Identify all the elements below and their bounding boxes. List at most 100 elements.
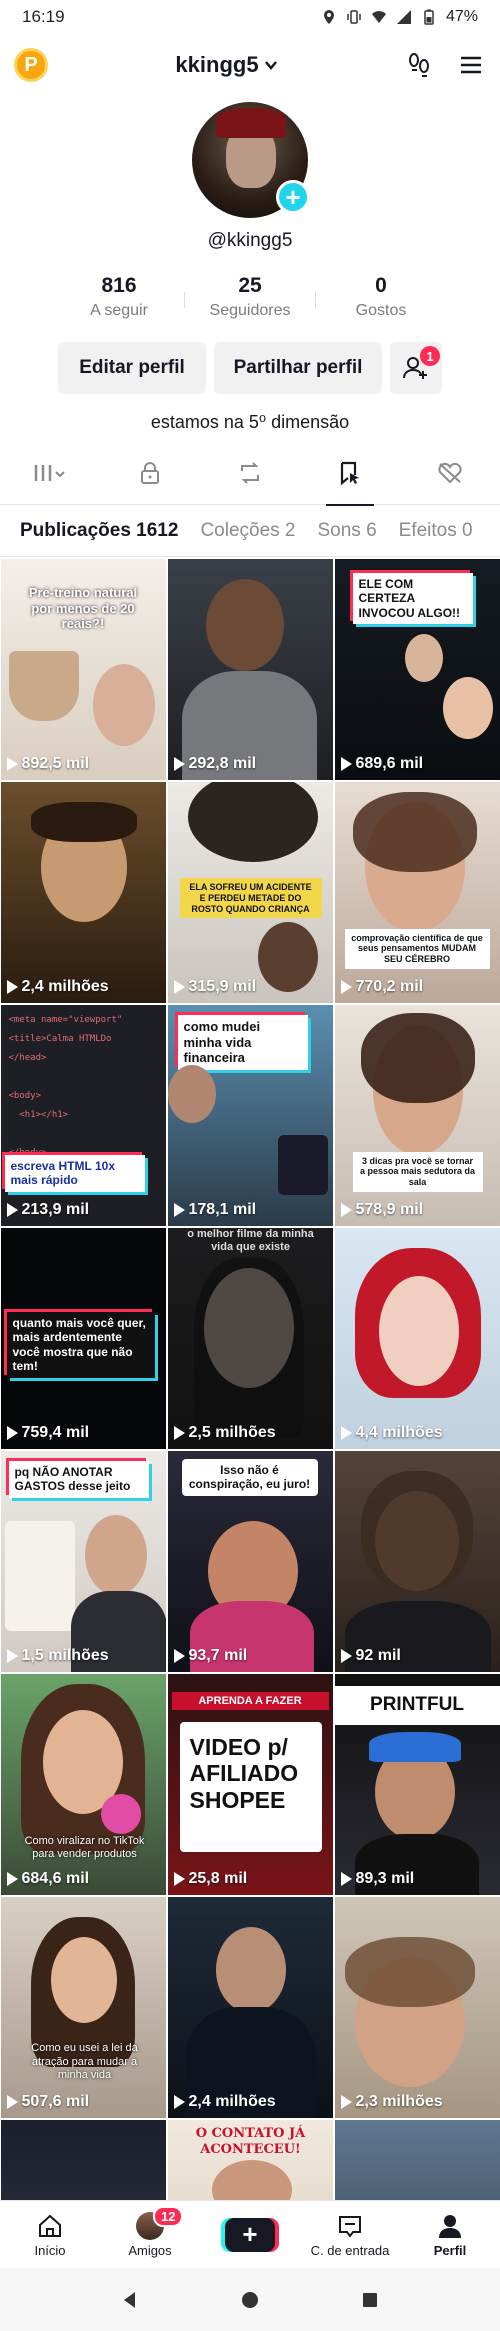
video-caption: pq NÃO ANOTAR GASTOS desse jeito bbox=[8, 1461, 149, 1498]
view-count: 213,9 mil bbox=[6, 1201, 89, 1219]
play-icon bbox=[6, 757, 18, 771]
add-story-icon[interactable]: + bbox=[276, 180, 310, 214]
nav-profile[interactable]: Perfil bbox=[405, 2212, 495, 2258]
play-icon bbox=[173, 2095, 185, 2109]
back-icon[interactable] bbox=[120, 2290, 140, 2310]
tab-posts[interactable]: Publicações 1612 bbox=[20, 520, 178, 542]
tab-private[interactable] bbox=[110, 441, 190, 505]
video-caption: O CONTATO JÁ ACONTECEU! bbox=[195, 2126, 306, 2157]
view-count: 92 mil bbox=[340, 1647, 401, 1665]
home-circle-icon[interactable] bbox=[240, 2290, 260, 2310]
recents-icon[interactable] bbox=[360, 2290, 380, 2310]
stat-value: 25 bbox=[238, 274, 262, 297]
view-count: 4,4 milhões bbox=[340, 1424, 443, 1442]
play-icon bbox=[6, 1872, 18, 1886]
video-tile[interactable]: 4,4 milhões bbox=[334, 1228, 500, 1449]
play-icon bbox=[173, 1426, 185, 1440]
stat-followers[interactable]: 25 Seguidores bbox=[185, 274, 315, 320]
nav-home[interactable]: Início bbox=[5, 2212, 95, 2258]
nav-inbox[interactable]: C. de entrada bbox=[305, 2212, 395, 2258]
play-icon bbox=[6, 1203, 18, 1217]
tab-liked[interactable] bbox=[410, 441, 490, 505]
edit-profile-button[interactable]: Editar perfil bbox=[58, 342, 206, 394]
chevron-down-icon bbox=[264, 61, 277, 70]
tab-effects[interactable]: Efeitos 0 bbox=[399, 520, 473, 542]
tab-collections[interactable]: Coleções 2 bbox=[200, 520, 295, 542]
stat-label: Gostos bbox=[355, 302, 407, 319]
vibrate-icon bbox=[347, 10, 361, 24]
stat-following[interactable]: 816 A seguir bbox=[54, 274, 184, 320]
content-text-tabs: Publicações 1612 Coleções 2 Sons 6 Efeit… bbox=[0, 505, 500, 557]
avatar-container[interactable]: + bbox=[192, 102, 310, 218]
view-count: 684,6 mil bbox=[6, 1870, 89, 1888]
view-count: 689,6 mil bbox=[340, 755, 423, 773]
footprints-icon[interactable] bbox=[406, 52, 432, 78]
video-tile[interactable]: PRINTFUL 89,3 mil bbox=[334, 1674, 500, 1895]
stat-likes[interactable]: 0 Gostos bbox=[316, 274, 446, 320]
battery-percent: 47% bbox=[445, 8, 478, 25]
content-icon-tabs bbox=[0, 441, 500, 506]
view-count: 2,5 milhões bbox=[173, 1424, 276, 1442]
play-icon bbox=[173, 980, 185, 994]
liked-hidden-icon bbox=[438, 462, 462, 483]
play-icon bbox=[340, 2095, 352, 2109]
view-count: 578,9 mil bbox=[340, 1201, 423, 1219]
view-count: 1,5 milhões bbox=[6, 1647, 109, 1665]
video-caption: como mudei minha vida financeira bbox=[177, 1015, 308, 1070]
video-tile[interactable]: 292,8 mil bbox=[167, 559, 333, 780]
video-caption: 3 dicas pra você se tornar a pessoa mais… bbox=[352, 1151, 483, 1192]
view-count: 315,9 mil bbox=[173, 978, 256, 996]
view-count: 89,3 mil bbox=[340, 1870, 414, 1888]
bottom-navigation: Início 12 Amigos + C. de entrada Perfil bbox=[0, 2200, 500, 2268]
video-tile[interactable]: <meta name="viewport" <title>Calma HTMLDo… bbox=[0, 1005, 166, 1226]
video-tile[interactable]: Como viralizar no TikTok para vender pro… bbox=[0, 1674, 166, 1895]
tab-grid[interactable] bbox=[10, 441, 90, 505]
play-icon bbox=[340, 757, 352, 771]
view-count: 759,4 mil bbox=[6, 1424, 89, 1442]
video-tile[interactable]: pq NÃO ANOTAR GASTOS desse jeito 1,5 mil… bbox=[0, 1451, 166, 1672]
repost-icon bbox=[241, 461, 259, 484]
tab-sounds[interactable]: Sons 6 bbox=[318, 520, 377, 542]
nav-friends[interactable]: 12 Amigos bbox=[105, 2205, 195, 2258]
video-caption: escreva HTML 10x mais rápido bbox=[4, 1155, 145, 1192]
video-tile[interactable]: como mudei minha vida financeira 178,1 m… bbox=[167, 1005, 333, 1226]
video-tile[interactable]: 2,3 milhões bbox=[334, 1897, 500, 2118]
video-tile[interactable]: 2,4 milhões bbox=[167, 1897, 333, 2118]
nav-create[interactable]: + bbox=[205, 2217, 295, 2252]
banner: APRENDA A FAZER bbox=[171, 1692, 329, 1710]
video-grid: Pré-treino natural por menos de 20 reais… bbox=[0, 559, 500, 2331]
play-icon bbox=[173, 1872, 185, 1886]
play-icon bbox=[6, 1649, 18, 1663]
play-icon bbox=[6, 1426, 18, 1440]
video-caption: VIDEO p/ AFILIADO SHOPEE bbox=[179, 1722, 322, 1852]
video-tile[interactable]: APRENDA A FAZER VIDEO p/ AFILIADO SHOPEE… bbox=[167, 1674, 333, 1895]
video-tile[interactable]: ELE COM CERTEZA INVOCOU ALGO!! 689,6 mil bbox=[334, 559, 500, 780]
video-caption: ELA SOFREU UM ACIDENTE E PERDEU METADE D… bbox=[179, 878, 322, 919]
video-tile[interactable]: o melhor filme da minha vida que existe … bbox=[167, 1228, 333, 1449]
video-tile[interactable]: 3 dicas pra você se tornar a pessoa mais… bbox=[334, 1005, 500, 1226]
add-friends-button[interactable]: 1 bbox=[390, 342, 442, 394]
menu-icon[interactable] bbox=[458, 52, 484, 78]
share-profile-button[interactable]: Partilhar perfil bbox=[214, 342, 382, 394]
view-count: 2,4 milhões bbox=[173, 2093, 276, 2111]
video-tile[interactable]: 2,4 milhões bbox=[0, 782, 166, 1003]
video-caption: ELE COM CERTEZA INVOCOU ALGO!! bbox=[352, 573, 473, 625]
video-caption: Isso não é conspiração, eu juro! bbox=[181, 1459, 318, 1496]
play-icon bbox=[6, 2095, 18, 2109]
coin-icon[interactable]: P bbox=[14, 48, 48, 82]
video-tile[interactable]: ELA SOFREU UM ACIDENTE E PERDEU METADE D… bbox=[167, 782, 333, 1003]
video-caption: Como eu usei a lei da atração para mudar… bbox=[31, 2042, 138, 2081]
video-tile[interactable]: comprovação científica de que seus pensa… bbox=[334, 782, 500, 1003]
create-plus-icon[interactable]: + bbox=[225, 2217, 275, 2252]
home-icon bbox=[39, 2214, 61, 2237]
video-tile[interactable]: quanto mais você quer, mais ardentemente… bbox=[0, 1228, 166, 1449]
tab-saved[interactable] bbox=[310, 441, 390, 506]
video-tile[interactable]: Isso não é conspiração, eu juro! 93,7 mi… bbox=[167, 1451, 333, 1672]
video-tile[interactable]: Como eu usei a lei da atração para mudar… bbox=[0, 1897, 166, 2118]
tab-reposts[interactable] bbox=[210, 441, 290, 505]
grid-icon bbox=[34, 464, 65, 481]
video-tile[interactable]: Pré-treino natural por menos de 20 reais… bbox=[0, 559, 166, 780]
account-switcher[interactable]: kkingg5 bbox=[175, 52, 278, 78]
inbox-icon bbox=[339, 2215, 361, 2238]
video-tile[interactable]: 92 mil bbox=[334, 1451, 500, 1672]
